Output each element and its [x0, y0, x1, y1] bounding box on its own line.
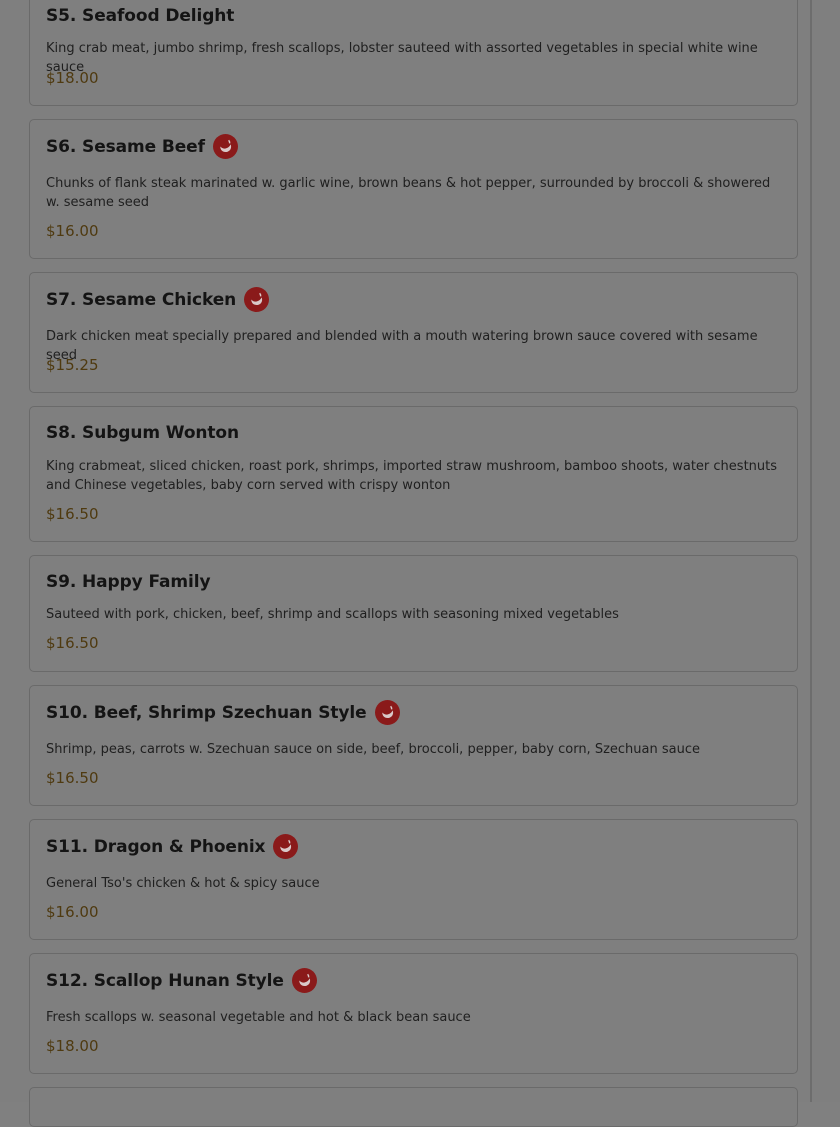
item-price: $16.00: [46, 903, 99, 921]
menu-item-card[interactable]: S12. Scallop Hunan Style Fresh scallops …: [29, 953, 798, 1074]
item-description: General Tso's chicken & hot & spicy sauc…: [46, 876, 320, 891]
chili-pepper-icon: [291, 968, 317, 993]
item-description: Sauteed with pork, chicken, beef, shrimp…: [46, 607, 619, 622]
item-price: $16.50: [46, 505, 99, 523]
chili-pepper-icon: [273, 834, 299, 859]
menu-item-card[interactable]: S11. Dragon & Phoenix General Tso's chic…: [29, 819, 798, 940]
chili-pepper-icon: [374, 700, 400, 725]
item-description: Fresh scallops w. seasonal vegetable and…: [46, 1010, 471, 1025]
item-title: S8. Subgum Wonton: [46, 423, 240, 443]
scroll-edge: [810, 0, 812, 1102]
menu-item-card[interactable]: S5. Seafood Delight King crab meat, jumb…: [29, 0, 798, 106]
menu-item-card[interactable]: S8. Subgum Wonton King crabmeat, sliced …: [29, 406, 798, 542]
item-title: S7. Sesame Chicken: [46, 289, 237, 310]
item-description: Dark chicken meat specially prepared and…: [46, 329, 758, 363]
menu-item-card[interactable]: S7. Sesame Chicken Dark chicken meat spe…: [29, 272, 798, 393]
item-description: King crabmeat, sliced chicken, roast por…: [46, 459, 778, 493]
item-description: King crab meat, jumbo shrimp, fresh scal…: [46, 41, 758, 75]
chili-pepper-icon: [212, 134, 238, 159]
item-price: $16.00: [46, 222, 99, 240]
item-price: $15.25: [46, 356, 99, 374]
item-description: Shrimp, peas, carrots w. Szechuan sauce …: [46, 742, 700, 757]
item-title: S10. Beef, Shrimp Szechuan Style: [46, 702, 367, 723]
item-price: $18.00: [46, 69, 99, 87]
menu-item-card[interactable]: S9. Happy Family Sauteed with pork, chic…: [29, 555, 798, 672]
menu-item-card[interactable]: S10. Beef, Shrimp Szechuan Style Shrimp,…: [29, 685, 798, 806]
item-title: S11. Dragon & Phoenix: [46, 836, 266, 857]
item-price: $16.50: [46, 769, 99, 787]
menu-item-card[interactable]: S6. Sesame Beef Chunks of flank steak ma…: [29, 119, 798, 259]
item-title: S5. Seafood Delight: [46, 6, 235, 26]
chili-pepper-icon: [244, 287, 270, 312]
item-title: S9. Happy Family: [46, 572, 211, 592]
item-price: $18.00: [46, 1037, 99, 1055]
menu-page: S5. Seafood Delight King crab meat, jumb…: [0, 0, 840, 1127]
item-title: S12. Scallop Hunan Style: [46, 970, 284, 991]
menu-item-card[interactable]: [29, 1087, 798, 1127]
item-description: Chunks of flank steak marinated w. garli…: [46, 176, 771, 210]
item-title: S6. Sesame Beef: [46, 136, 205, 157]
item-price: $16.50: [46, 634, 99, 652]
